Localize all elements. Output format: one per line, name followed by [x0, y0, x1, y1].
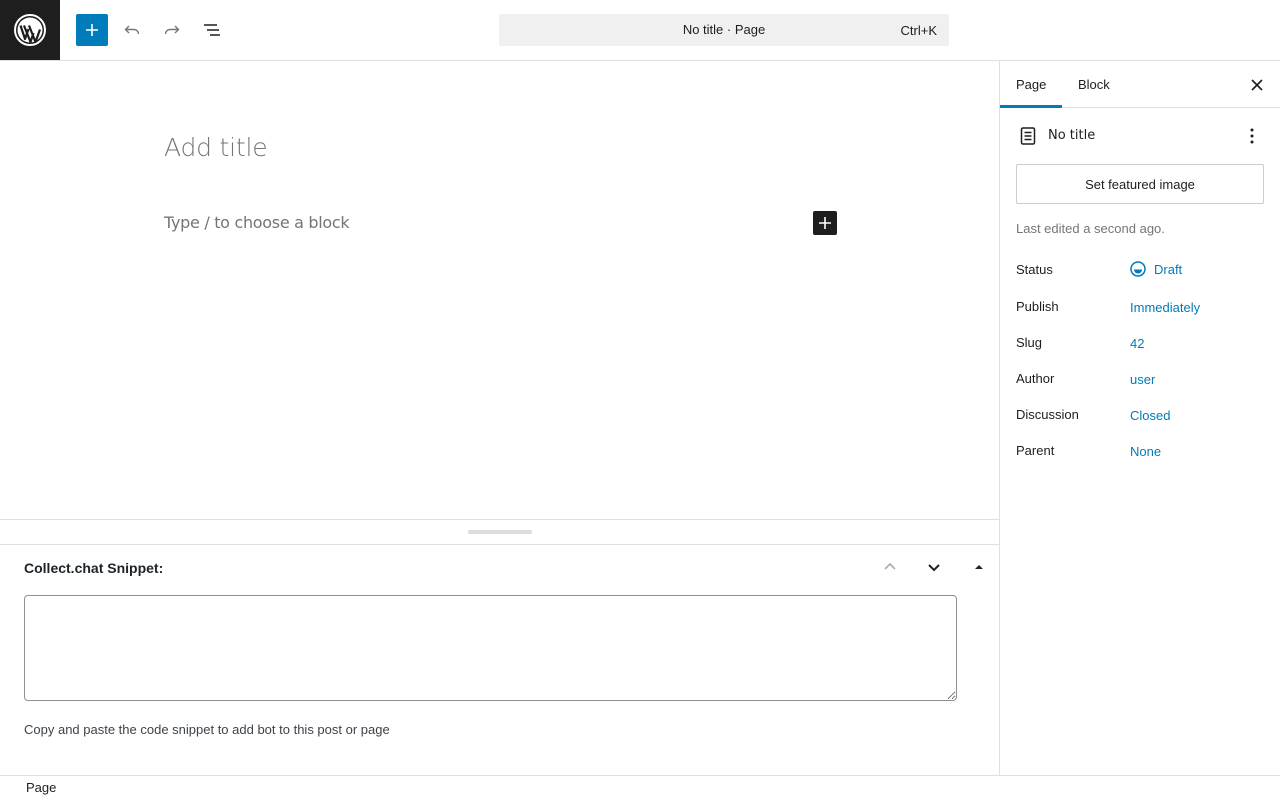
- more-vertical-icon: [1250, 128, 1254, 144]
- author-value-button[interactable]: user: [1130, 372, 1155, 387]
- document-actions-button[interactable]: [1240, 124, 1264, 148]
- plus-icon: [86, 24, 98, 36]
- metabox-description: Copy and paste the code snippet to add b…: [24, 722, 390, 737]
- breadcrumb[interactable]: Page: [26, 780, 56, 795]
- status-value-button[interactable]: Draft: [1130, 261, 1182, 277]
- author-label: Author: [1016, 371, 1055, 386]
- editor-footer: Page: [0, 775, 1280, 800]
- discussion-label: Discussion: [1016, 407, 1079, 422]
- default-block-appender[interactable]: Type / to choose a block: [164, 213, 350, 232]
- discussion-value-button[interactable]: Closed: [1130, 408, 1170, 423]
- sidebar-tabs: Page Block: [1000, 61, 1280, 108]
- editor-canvas: Add title Type / to choose a block: [0, 61, 999, 519]
- parent-value-button[interactable]: None: [1130, 444, 1161, 459]
- slug-label: Slug: [1016, 335, 1043, 350]
- post-title-input[interactable]: Add title: [164, 133, 268, 162]
- document-overview-button[interactable]: [196, 14, 228, 46]
- toggle-panel-button[interactable]: [967, 555, 991, 579]
- tab-block[interactable]: Block: [1062, 61, 1126, 108]
- command-palette-bar[interactable]: No title · Page Ctrl+K: [499, 14, 949, 46]
- snippet-textarea[interactable]: [24, 595, 957, 701]
- caret-up-icon: [975, 565, 983, 569]
- slug-value-button[interactable]: 42: [1130, 336, 1144, 351]
- command-title: No title · Page: [682, 22, 766, 37]
- publish-value-button[interactable]: Immediately: [1130, 300, 1200, 315]
- editor-header: No title · Page Ctrl+K: [0, 0, 1280, 61]
- metabox-resize-bar[interactable]: [0, 519, 999, 545]
- redo-icon: [164, 25, 180, 35]
- last-edited-text: Last edited a second ago.: [1016, 221, 1165, 236]
- publish-label: Publish: [1016, 299, 1059, 314]
- command-shortcut: Ctrl+K: [900, 23, 937, 38]
- chevron-up-icon: [884, 562, 896, 570]
- chevron-down-icon: [928, 564, 940, 572]
- redo-button[interactable]: [156, 14, 188, 46]
- document-overview-icon: [204, 24, 220, 36]
- collect-chat-metabox: Collect.chat Snippet: Copy and paste the…: [0, 545, 999, 775]
- wordpress-logo-icon[interactable]: [0, 0, 60, 60]
- move-up-button[interactable]: [878, 555, 902, 579]
- status-label: Status: [1016, 262, 1053, 277]
- add-block-button[interactable]: [813, 211, 837, 235]
- close-icon: [1251, 79, 1263, 91]
- block-inserter-button[interactable]: [76, 14, 108, 46]
- close-sidebar-button[interactable]: [1245, 73, 1269, 97]
- parent-label: Parent: [1016, 443, 1055, 458]
- status-value: Draft: [1154, 261, 1183, 277]
- document-title: No title: [1048, 128, 1096, 143]
- metabox-title: Collect.chat Snippet:: [24, 560, 164, 576]
- settings-sidebar: Page Block No title Set featured image L…: [999, 61, 1280, 775]
- draft-status-icon: [1130, 261, 1146, 277]
- set-featured-image-button[interactable]: Set featured image: [1016, 164, 1264, 204]
- resize-handle[interactable]: [468, 530, 532, 534]
- tab-page[interactable]: Page: [1000, 61, 1062, 108]
- move-down-button[interactable]: [922, 555, 946, 579]
- page-icon: [1020, 127, 1036, 145]
- undo-icon: [124, 25, 140, 35]
- undo-button[interactable]: [116, 14, 148, 46]
- plus-icon: [819, 217, 831, 229]
